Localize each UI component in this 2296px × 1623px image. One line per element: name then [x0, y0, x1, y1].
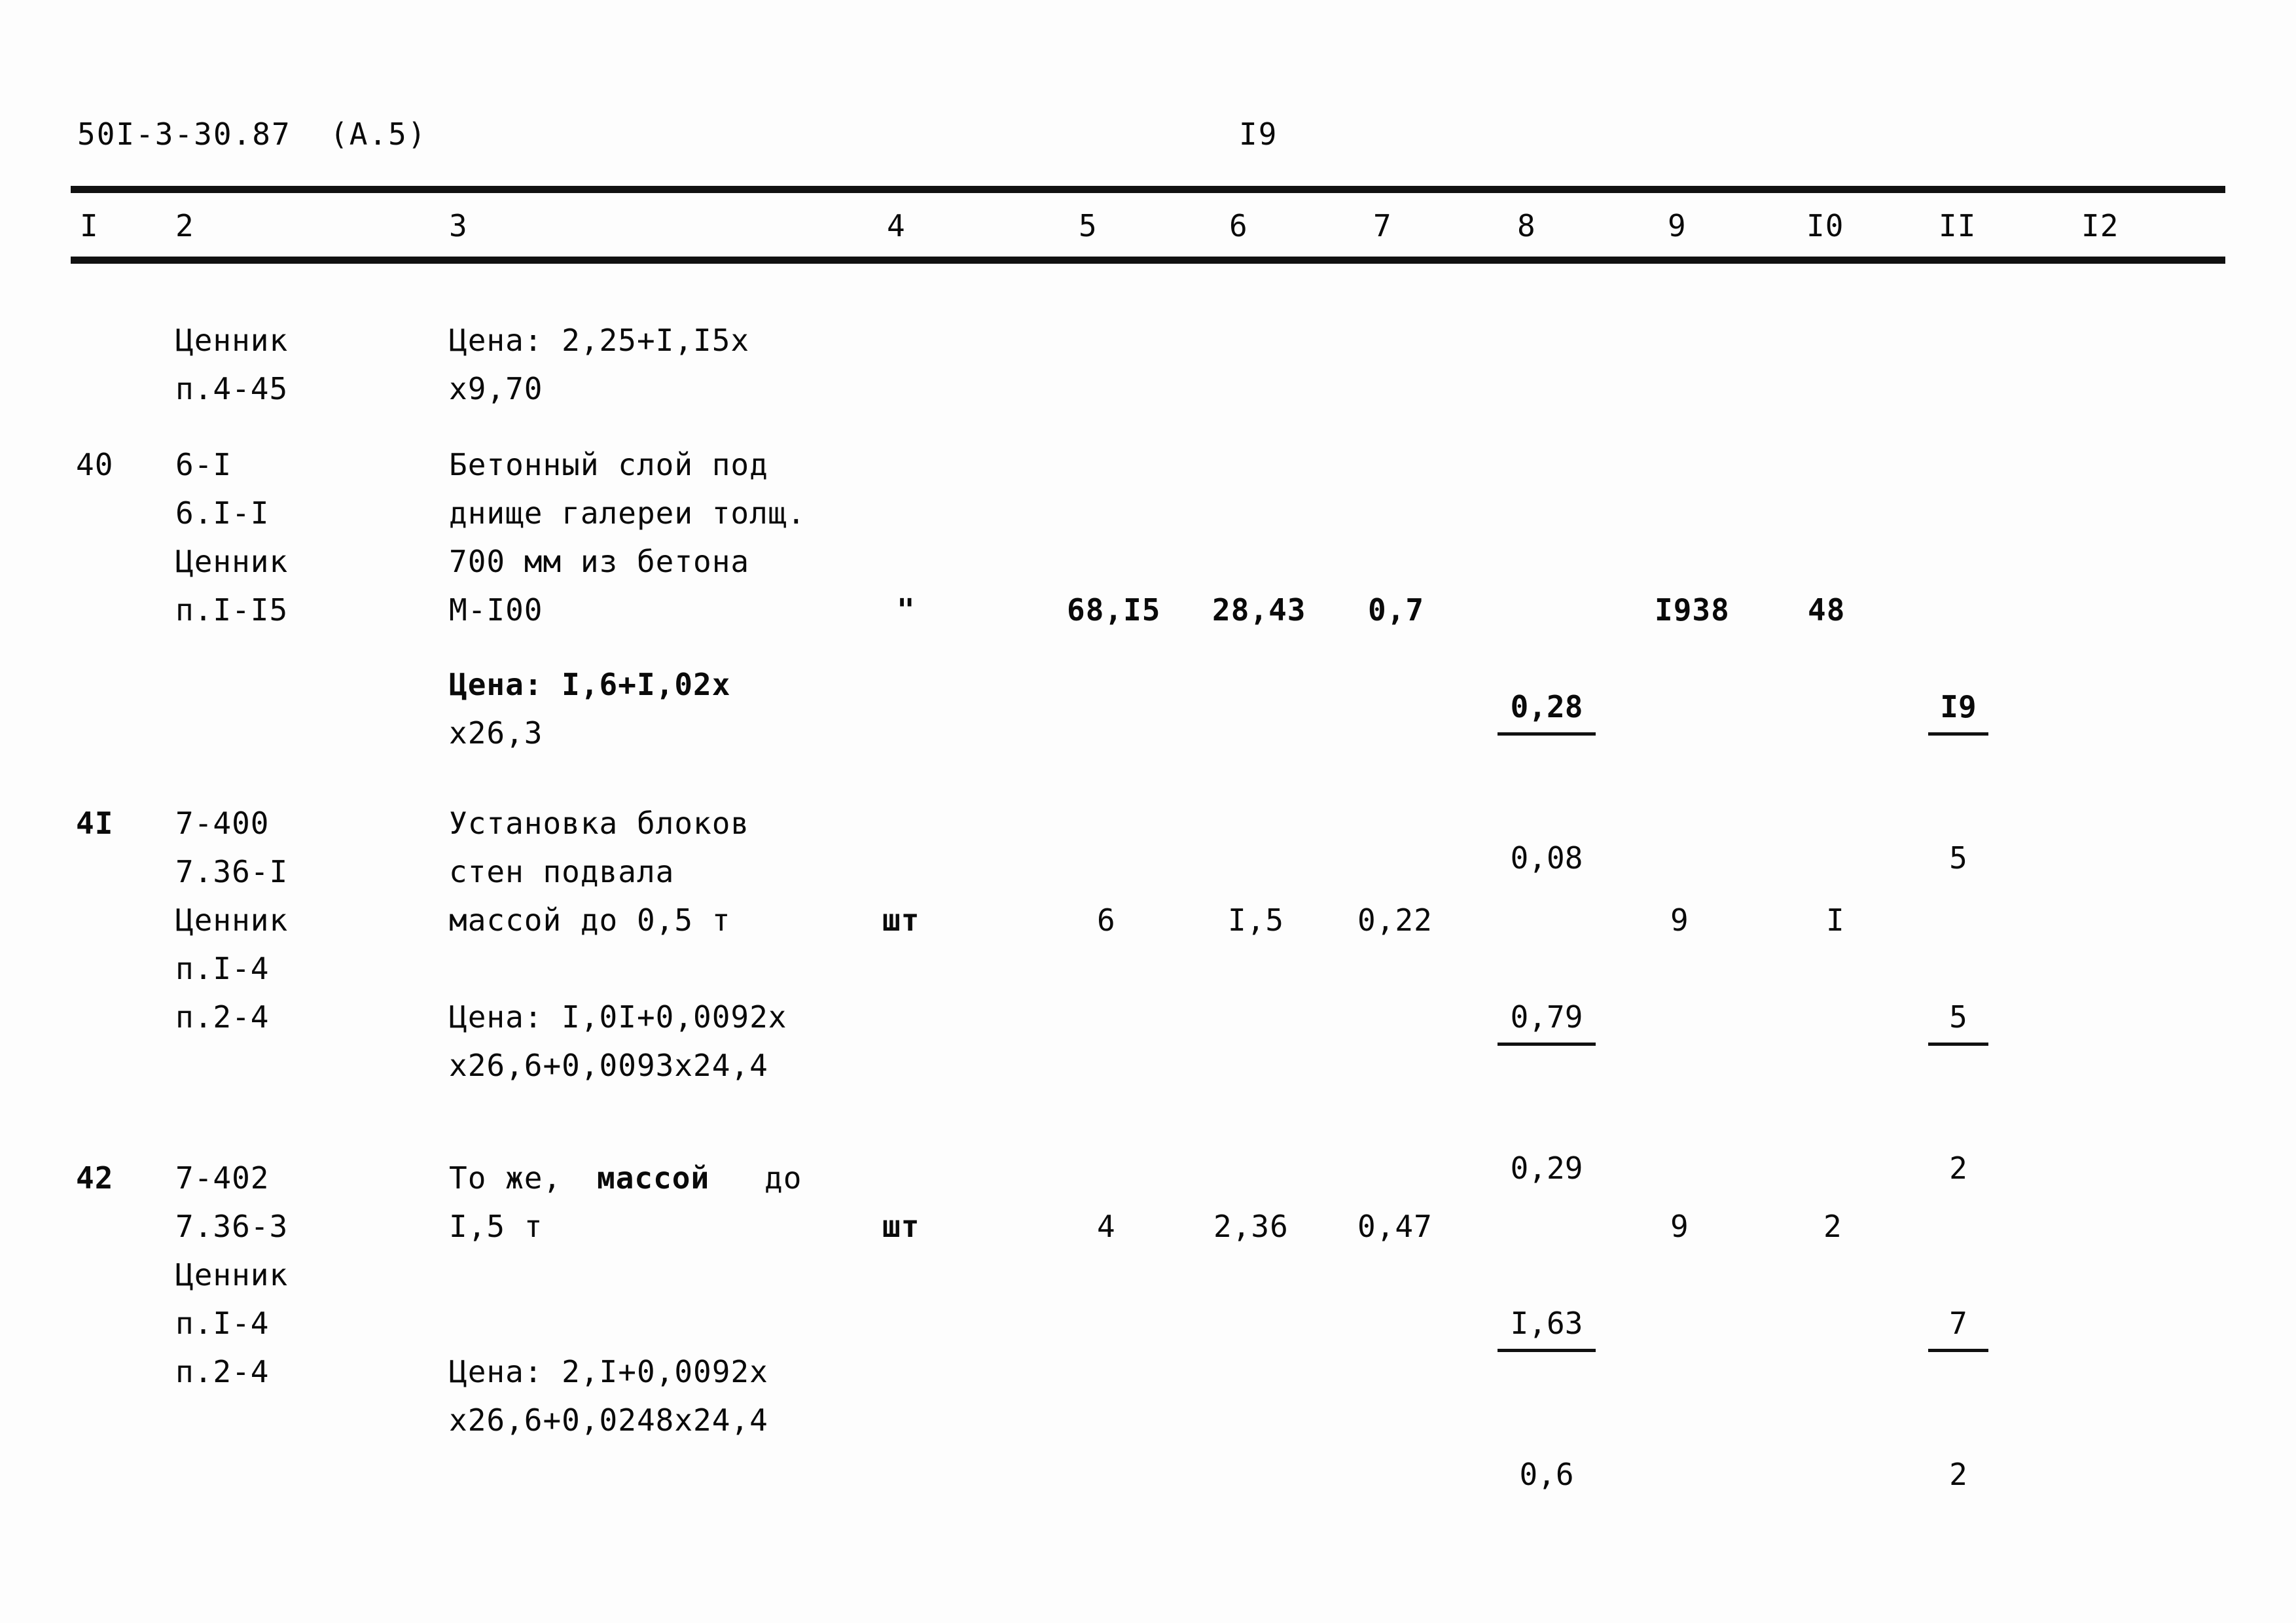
cell-col3-line3: 700 мм из бетона: [449, 544, 750, 579]
cell-col3-line1: Установка блоков: [449, 806, 750, 841]
cell-col2-line4: п.I-I5: [175, 592, 289, 628]
cell-col10-value: 2: [1823, 1209, 1842, 1244]
cell-col6-value: 28,43: [1212, 592, 1306, 628]
cell-col3-line3: массой до 0,5 т: [449, 902, 731, 938]
table-top-rule: [71, 186, 2225, 193]
cell-col6-value: 2,36: [1213, 1209, 1289, 1244]
cell-col1-row-number: 4I: [76, 806, 114, 841]
cell-col2-line3: Ценник: [175, 544, 289, 579]
cell-col2-line2: 6.I-I: [175, 495, 270, 531]
cell-col11-denominator: 2: [1949, 1457, 1967, 1492]
column-header-8: 8: [1517, 208, 1536, 243]
cell-col3-line1: Бетонный слой под: [449, 447, 768, 482]
cell-col3-price-line1: Цена: I,6+I,02х: [449, 667, 731, 702]
column-header-5: 5: [1079, 208, 1098, 243]
cell-col8-numerator: I,63: [1498, 1299, 1596, 1352]
column-header-1: I: [80, 208, 99, 243]
cell-col2-line4: п.I-4: [175, 1306, 270, 1341]
cell-col8-denominator: 0,08: [1510, 840, 1583, 876]
cell-col7-value: 0,47: [1357, 1209, 1433, 1244]
cell-col2-line5: п.2-4: [175, 999, 270, 1035]
cell-col11-numerator: I9: [1928, 683, 1988, 736]
cell-col3-line1-part3: до: [764, 1160, 802, 1196]
cell-col8-numerator: 0,28: [1498, 683, 1596, 736]
cell-col9-value: I938: [1655, 592, 1730, 628]
cell-col2-line4: п.I-4: [175, 951, 270, 986]
cell-col10-value: I: [1826, 902, 1845, 938]
cell-col3-price-line2: х26,3: [449, 715, 543, 751]
cell-col3-line2: х9,70: [449, 371, 543, 406]
cell-col8-numerator: 0,79: [1498, 993, 1596, 1046]
cell-col3-line1: Цена: 2,25+I,I5х: [449, 323, 750, 358]
cell-col2-line1: 6-I: [175, 447, 232, 482]
cell-col11-denominator: 2: [1949, 1150, 1967, 1186]
cell-col6-value: I,5: [1228, 902, 1285, 938]
cell-col2-line1: Ценник: [175, 323, 289, 358]
cell-col3-price-line2: х26,6+0,0093х24,4: [449, 1048, 768, 1083]
table-header-bottom-rule: [71, 257, 2225, 264]
cell-col5-value: 6: [1097, 902, 1116, 938]
cell-col3-price-line2: х26,6+0,0248х24,4: [449, 1402, 768, 1438]
cell-col3-line2: I,5 т: [449, 1209, 543, 1244]
column-header-3: 3: [449, 208, 468, 243]
cell-col9-value: 9: [1670, 1209, 1689, 1244]
cell-col11-denominator: 5: [1949, 840, 1967, 876]
cell-col4-unit: шт: [882, 1209, 920, 1244]
cell-col8-denominator: 0,6: [1519, 1457, 1574, 1492]
cell-col11-numerator: 7: [1928, 1299, 1988, 1352]
column-header-4: 4: [887, 208, 906, 243]
cell-col2-line1: 7-400: [175, 806, 270, 841]
cell-col3-price-line1: Цена: 2,I+0,0092х: [449, 1354, 768, 1389]
cell-col7-value: 0,7: [1368, 592, 1425, 628]
column-header-11: II: [1939, 208, 1977, 243]
column-header-12: I2: [2081, 208, 2119, 243]
cell-col11-numerator: 5: [1928, 993, 1988, 1046]
column-header-10: I0: [1806, 208, 1844, 243]
cell-col9-value: 9: [1670, 902, 1689, 938]
document-page: 50I-3-30.87 (A.5) I9 I 2 3 4 5 6 7 8 9 I…: [0, 0, 2296, 1623]
cell-col2-line5: п.2-4: [175, 1354, 270, 1389]
cell-col3-line1-part1: То же,: [449, 1160, 562, 1196]
cell-col2-line1: 7-402: [175, 1160, 270, 1196]
column-header-2: 2: [175, 208, 194, 243]
document-header: 50I-3-30.87 (A.5) I9: [77, 116, 2219, 162]
cell-col2-line2: 7.36-3: [175, 1209, 289, 1244]
cell-col11-fraction: 7 2: [1928, 1202, 1988, 1596]
cell-col1-row-number: 42: [76, 1160, 114, 1196]
cell-col3-line1-part2: массой: [597, 1160, 710, 1196]
cell-col10-value: 48: [1808, 592, 1846, 628]
cell-col5-value: 68,I5: [1067, 592, 1161, 628]
cell-col2-line3: Ценник: [175, 1257, 289, 1293]
cell-col3-price-line1: Цена: I,0I+0,0092х: [449, 999, 787, 1035]
cell-col3-line4: М-I00: [449, 592, 543, 628]
page-number: I9: [1239, 116, 1278, 152]
cell-col7-value: 0,22: [1357, 902, 1433, 938]
column-header-9: 9: [1668, 208, 1687, 243]
cell-col1-row-number: 40: [76, 447, 114, 482]
column-header-6: 6: [1229, 208, 1248, 243]
cell-col3-line2: стен подвала: [449, 854, 675, 889]
cell-col4-unit: ": [897, 592, 916, 628]
cell-col4-unit: шт: [882, 902, 920, 938]
cell-col8-denominator: 0,29: [1510, 1150, 1583, 1186]
document-code: 50I-3-30.87 (A.5): [77, 116, 427, 152]
cell-col8-fraction: I,63 0,6: [1498, 1202, 1596, 1596]
column-header-7: 7: [1373, 208, 1392, 243]
cell-col2-line3: Ценник: [175, 902, 289, 938]
cell-col2-line2: 7.36-I: [175, 854, 289, 889]
cell-col5-value: 4: [1097, 1209, 1116, 1244]
cell-col3-line2: днище галереи толщ.: [449, 495, 806, 531]
cell-col2-line2: п.4-45: [175, 371, 289, 406]
